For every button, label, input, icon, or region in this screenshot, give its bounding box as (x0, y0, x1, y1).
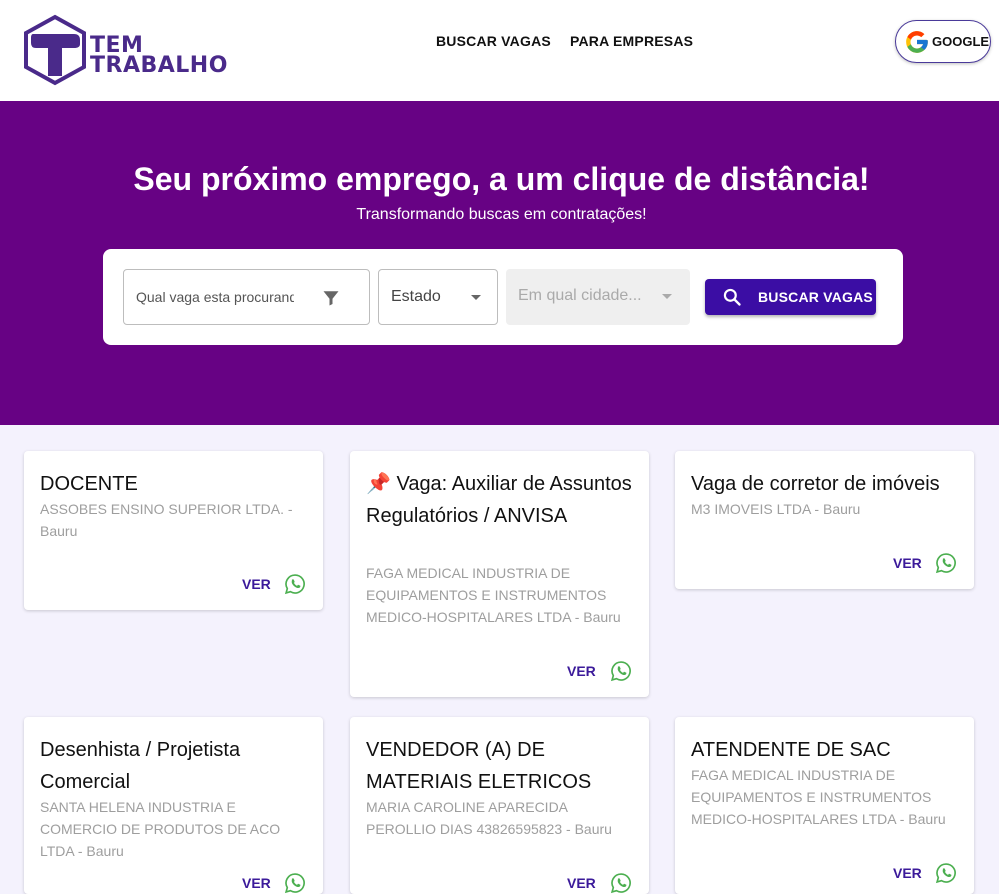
chevron-down-icon (471, 295, 481, 300)
job-card[interactable]: 📌 Vaga: Auxiliar de Assuntos Regulatório… (350, 451, 649, 697)
logo[interactable]: TEM TRABALHO (22, 14, 232, 86)
logo-hexagon-icon (24, 14, 86, 86)
job-company: FAGA MEDICAL INDUSTRIA DE EQUIPAMENTOS E… (691, 767, 946, 827)
view-job-button[interactable]: VER (567, 663, 596, 679)
job-company: SANTA HELENA INDUSTRIA E COMERCIO DE PRO… (40, 799, 281, 859)
whatsapp-icon[interactable] (935, 552, 957, 574)
job-card[interactable]: ATENDENTE DE SAC FAGA MEDICAL INDUSTRIA … (675, 717, 974, 894)
search-jobs-button[interactable]: BUSCAR VAGAS (705, 279, 876, 315)
job-title: Desenhista / Projetista Comercial (40, 739, 241, 793)
view-job-button[interactable]: VER (242, 875, 271, 891)
whatsapp-icon[interactable] (610, 872, 632, 894)
whatsapp-icon[interactable] (284, 573, 306, 595)
state-select[interactable]: Estado (378, 269, 498, 325)
job-card[interactable]: Desenhista / Projetista Comercial SANTA … (24, 717, 323, 894)
job-card[interactable]: Vaga de corretor de imóveis M3 IMOVEIS L… (675, 451, 974, 589)
city-select-placeholder: Em qual cidade... (518, 287, 642, 304)
job-title: ATENDENTE DE SAC (691, 739, 891, 761)
view-job-button[interactable]: VER (893, 865, 922, 881)
whatsapp-icon[interactable] (935, 862, 957, 884)
view-job-button[interactable]: VER (567, 875, 596, 891)
whatsapp-icon[interactable] (610, 660, 632, 682)
view-job-button[interactable]: VER (893, 555, 922, 571)
search-icon (723, 288, 741, 306)
job-title: 📌 Vaga: Auxiliar de Assuntos Regulatório… (366, 473, 632, 527)
hero-subtitle: Transformando buscas em contratações! (356, 206, 647, 223)
google-login-label: GOOGLE (932, 34, 990, 49)
hero-title: Seu próximo emprego, a um clique de dist… (133, 161, 870, 197)
nav-para-empresas[interactable]: PARA EMPRESAS (570, 33, 693, 49)
job-company: M3 IMOVEIS LTDA - Bauru (691, 501, 861, 517)
job-title: DOCENTE (40, 473, 138, 495)
job-company: FAGA MEDICAL INDUSTRIA DE EQUIPAMENTOS E… (366, 565, 621, 625)
job-search-placeholder: Qual vaga esta procurando? (136, 289, 294, 305)
google-login-button[interactable]: GOOGLE (895, 20, 991, 63)
job-company: MARIA CAROLINE APARECIDA PEROLLIO DIAS 4… (366, 799, 612, 837)
job-title: VENDEDOR (A) DE MATERIAIS ELETRICOS (366, 739, 592, 793)
view-job-button[interactable]: VER (242, 576, 271, 592)
job-search-input[interactable]: Qual vaga esta procurando? (123, 269, 370, 325)
city-select[interactable]: Em qual cidade... (506, 269, 690, 325)
job-company: ASSOBES ENSINO SUPERIOR LTDA. - Bauru (40, 501, 293, 539)
top-bar: TEM TRABALHO BUSCAR VAGAS PARA EMPRESAS … (0, 0, 999, 101)
google-icon (906, 30, 928, 53)
job-card[interactable]: VENDEDOR (A) DE MATERIAIS ELETRICOS MARI… (350, 717, 649, 894)
whatsapp-icon[interactable] (284, 872, 306, 894)
state-select-value: Estado (391, 288, 441, 305)
chevron-down-icon (662, 294, 672, 299)
filter-icon[interactable] (322, 289, 340, 307)
search-jobs-label: BUSCAR VAGAS (758, 289, 873, 305)
job-card[interactable]: DOCENTE ASSOBES ENSINO SUPERIOR LTDA. - … (24, 451, 323, 610)
nav-buscar-vagas[interactable]: BUSCAR VAGAS (436, 33, 551, 49)
search-panel: Qual vaga esta procurando? Estado Em qua… (103, 249, 903, 345)
job-title: Vaga de corretor de imóveis (691, 473, 940, 495)
logo-text-line2: TRABALHO (90, 53, 228, 78)
